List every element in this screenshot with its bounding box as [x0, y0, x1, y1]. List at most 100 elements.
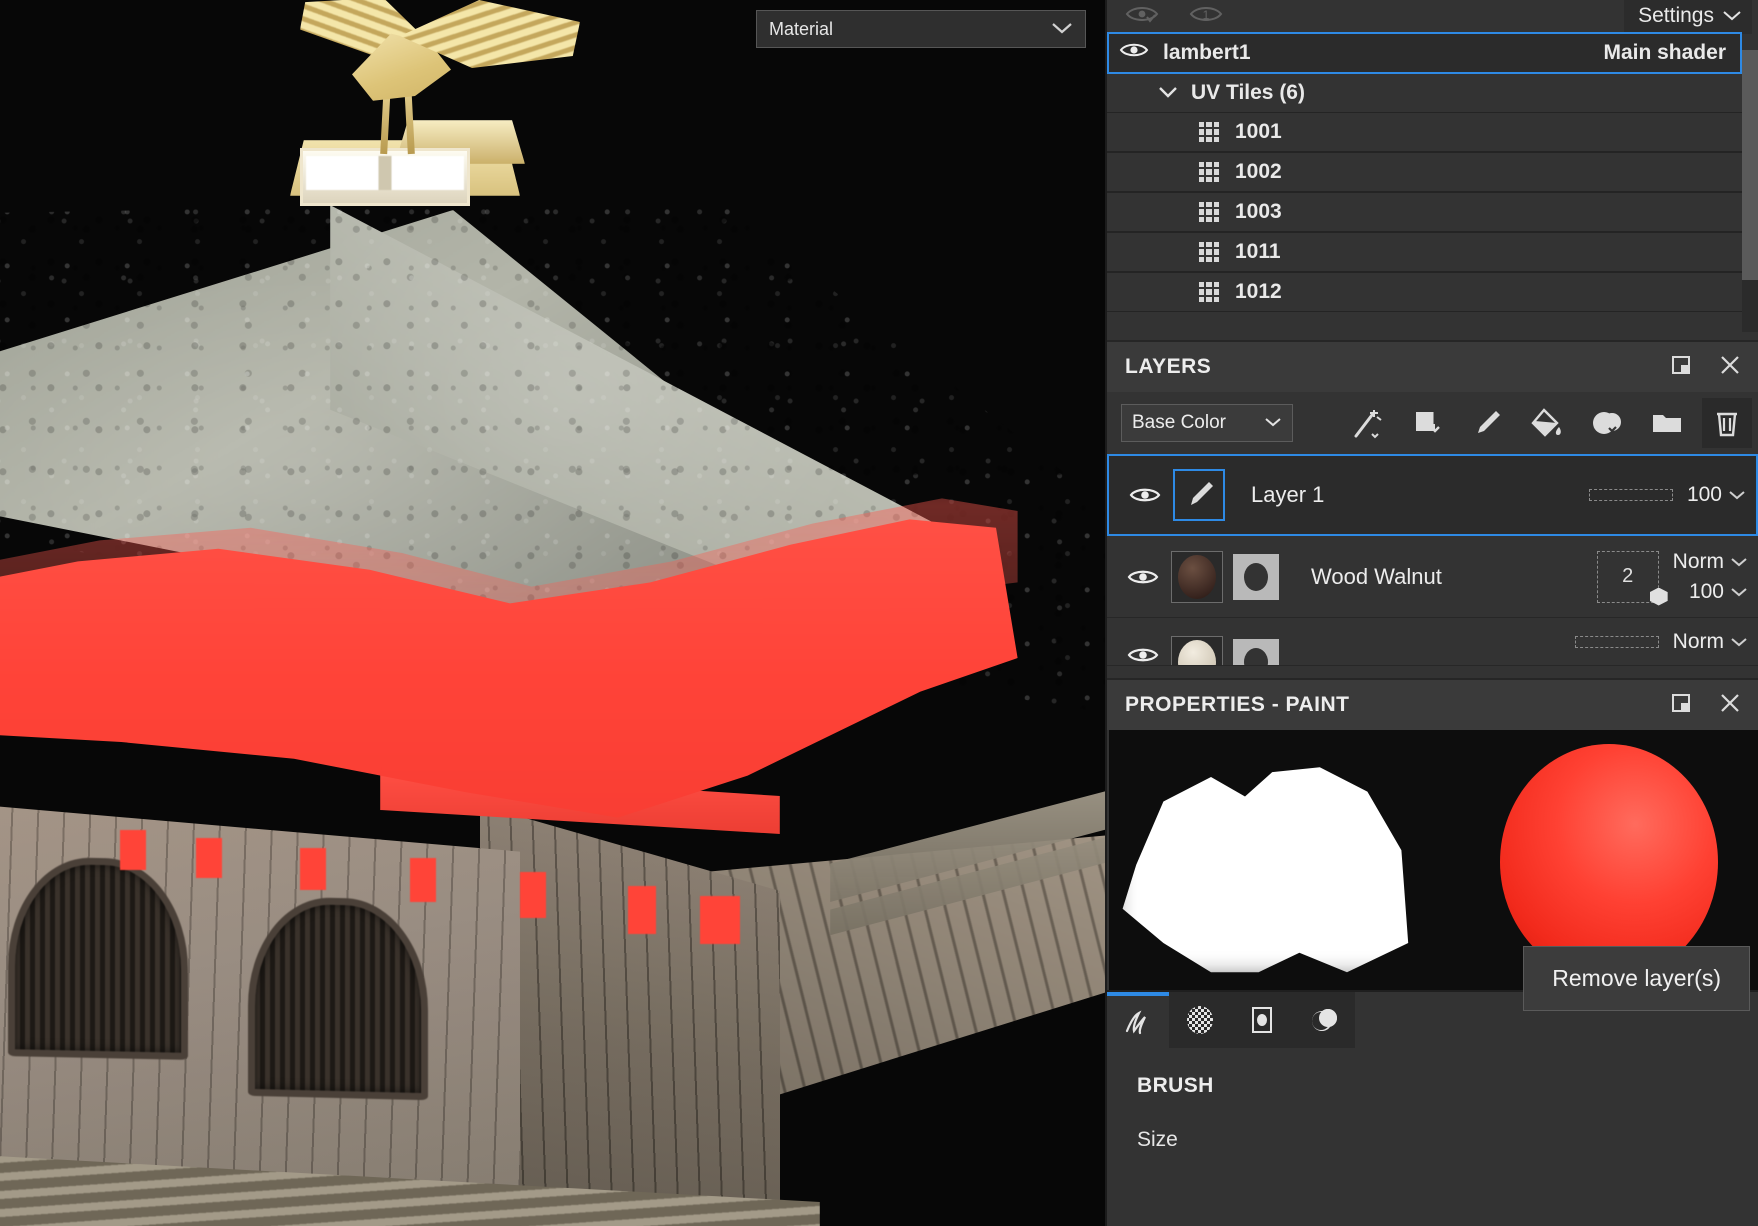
uv-set-slot[interactable]	[1574, 635, 1659, 648]
eye-icon[interactable]	[1119, 40, 1149, 66]
right-dock: 1 Settings lambert1 Main shader UV Tiles…	[1105, 0, 1758, 1226]
material-sphere-thumb	[1171, 550, 1223, 603]
shader-row-lambert1[interactable]: lambert1 Main shader	[1107, 32, 1742, 74]
brush-stamp-preview	[1122, 767, 1409, 973]
layers-panel-title: LAYERS	[1125, 355, 1212, 378]
uv-tile-row[interactable]: 1003	[1107, 192, 1742, 232]
paint-brush-icon	[1173, 469, 1225, 521]
uv-grid-icon	[1199, 202, 1219, 222]
tooltip-text: Remove layer(s)	[1552, 965, 1721, 991]
uv-tile-label: 1001	[1235, 120, 1282, 143]
uv-tile-row[interactable]: 1002	[1107, 152, 1742, 192]
layers-list[interactable]: Layer 1 100 Wood Walnut 2 Norm 100 Norm …	[1107, 454, 1758, 1011]
uv-tile-row[interactable]: 1001	[1107, 112, 1742, 152]
layer-thumbnail[interactable]	[1173, 469, 1229, 521]
chevron-down-icon[interactable]	[1157, 81, 1179, 105]
channel-selector[interactable]: Base Color	[1121, 404, 1293, 442]
layer-thumbnail[interactable]	[1171, 618, 1227, 665]
uv-tile-label: 1012	[1235, 280, 1282, 303]
close-icon[interactable]	[1718, 691, 1742, 720]
uv-grid-icon	[1199, 242, 1219, 262]
chevron-down-icon	[1722, 4, 1742, 28]
material-selector[interactable]: Material	[756, 10, 1086, 48]
uv-grid-icon	[1199, 162, 1219, 182]
uv-tiles-group[interactable]: UV Tiles (6)	[1107, 74, 1742, 112]
mask-icon[interactable]	[1582, 398, 1632, 448]
uv-tile-row[interactable]: 1012	[1107, 272, 1742, 312]
table-row[interactable]: Wood Walnut 2 Norm 100	[1107, 536, 1758, 618]
uv-tiles-label: UV Tiles (6)	[1191, 81, 1305, 104]
shader-panel: 1 Settings lambert1 Main shader UV Tiles…	[1107, 0, 1758, 340]
layer-mask-thumbnail[interactable]	[1233, 618, 1289, 665]
settings-label: Settings	[1638, 4, 1714, 27]
add-adjustment-icon[interactable]	[1402, 398, 1452, 448]
properties-paint-title: PROPERTIES - PAINT	[1125, 693, 1350, 716]
tab-stencil[interactable]	[1231, 992, 1293, 1048]
uv-grid-icon	[1199, 122, 1219, 142]
undock-icon[interactable]	[1670, 692, 1692, 719]
mask-thumb-icon	[1233, 638, 1279, 665]
layer-visibility-icon[interactable]	[1123, 484, 1167, 506]
layer-opacity[interactable]: 100	[1687, 483, 1746, 507]
settings-button[interactable]: Settings	[1624, 0, 1752, 34]
layers-toolbar: Base Color	[1107, 392, 1758, 454]
layer-thumbnail[interactable]	[1171, 550, 1227, 603]
uv-tile-label: 1002	[1235, 160, 1282, 183]
uv-tile-label: 1003	[1235, 200, 1282, 223]
painted-bracket	[410, 858, 436, 902]
material-selector-value: Material	[769, 18, 834, 39]
uv-grid-icon	[1199, 282, 1219, 302]
table-row[interactable]: Layer 1 100	[1107, 454, 1758, 536]
shader-tree[interactable]: lambert1 Main shader UV Tiles (6) 1001 1…	[1107, 32, 1758, 332]
undock-icon[interactable]	[1670, 354, 1692, 381]
close-icon[interactable]	[1718, 353, 1742, 382]
tab-brush-stroke[interactable]	[1107, 992, 1169, 1048]
tooltip: Remove layer(s)	[1523, 946, 1750, 1011]
uv-tile-label: 1011	[1235, 240, 1281, 263]
tab-falloff[interactable]	[1293, 992, 1355, 1048]
channel-selector-value: Base Color	[1132, 412, 1226, 433]
layer-visibility-icon[interactable]	[1121, 618, 1165, 665]
eye-one-icon[interactable]: 1	[1189, 3, 1223, 30]
layer-name: Layer 1	[1251, 482, 1325, 507]
paint-layer-icon[interactable]	[1462, 398, 1512, 448]
chevron-down-icon	[1264, 412, 1282, 434]
uv-tile-row[interactable]: 1011	[1107, 232, 1742, 272]
brush-section-title: BRUSH	[1137, 1074, 1214, 1097]
layer-blend-mode[interactable]: Norm	[1673, 550, 1748, 574]
painted-bracket	[196, 838, 222, 878]
fill-layer-icon[interactable]	[1522, 398, 1572, 448]
layers-panel-header: LAYERS	[1107, 340, 1758, 392]
uv-set-slot[interactable]	[1588, 489, 1673, 501]
eye-check-icon[interactable]	[1125, 3, 1159, 30]
painted-bracket	[520, 872, 546, 918]
shader-name: lambert1	[1163, 41, 1251, 64]
table-row[interactable]: Norm	[1107, 618, 1758, 666]
magic-wand-icon[interactable]	[1342, 398, 1392, 448]
cube-icon	[1649, 587, 1668, 606]
layer-opacity-value: 100	[1688, 579, 1724, 603]
layer-blend-mode-value: Norm	[1672, 549, 1724, 573]
layer-mask-thumbnail[interactable]	[1233, 553, 1289, 600]
trash-icon[interactable]	[1702, 398, 1752, 448]
brush-size-label: Size	[1137, 1128, 1178, 1151]
uv-set-badge[interactable]: 2	[1596, 550, 1668, 606]
brush-section: BRUSH Size	[1107, 1048, 1758, 1152]
layer-blend-mode[interactable]: Norm	[1673, 630, 1748, 654]
chevron-down-icon	[1051, 19, 1073, 40]
tab-checker-pattern[interactable]	[1169, 992, 1231, 1048]
mask-thumb-icon	[1233, 553, 1279, 600]
building-wall-side	[480, 805, 780, 1226]
application-window: Material 1 Settings lambert1 Main shader…	[0, 0, 1758, 1226]
layer-blend-mode-value: Norm	[1672, 629, 1724, 653]
painted-bracket	[300, 848, 326, 890]
shader-scrollbar-thumb[interactable]	[1742, 50, 1758, 280]
folder-icon[interactable]	[1642, 398, 1692, 448]
layer-opacity[interactable]: 100	[1689, 580, 1748, 604]
layer-opacity-value: 100	[1686, 483, 1722, 506]
layer-name: Wood Walnut	[1311, 563, 1442, 589]
3d-viewport[interactable]: Material	[0, 0, 1105, 1226]
layer-visibility-icon[interactable]	[1121, 566, 1165, 588]
color-sphere-preview	[1500, 744, 1718, 980]
properties-paint-header: PROPERTIES - PAINT	[1107, 678, 1758, 730]
